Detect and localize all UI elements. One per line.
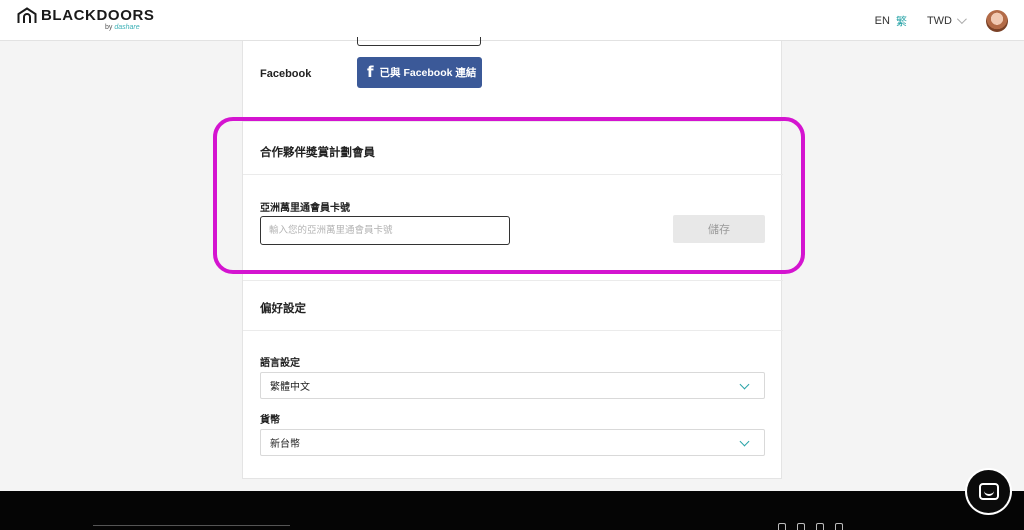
header-actions: EN 繁 TWD (875, 0, 1008, 41)
social-icon[interactable] (797, 523, 805, 530)
language-select[interactable]: 繁體中文 (260, 372, 765, 399)
social-icon[interactable] (835, 523, 843, 530)
currency-selector-label: TWD (926, 14, 952, 27)
social-icon[interactable] (816, 523, 824, 530)
divider (243, 330, 783, 331)
facebook-label: Facebook (260, 68, 312, 80)
facebook-button-label: 已與 Facebook 連結 (379, 67, 477, 79)
social-icon[interactable] (778, 523, 786, 530)
asia-miles-card-input[interactable] (260, 216, 510, 245)
language-setting-label: 語言設定 (260, 358, 300, 369)
top-navigation-bar: BLACKDOORS by dashare EN 繁 TWD (0, 0, 1024, 41)
language-select-value: 繁體中文 (270, 382, 310, 393)
facebook-connected-button[interactable]: f 已與 Facebook 連結 (357, 57, 482, 88)
currency-setting-label: 貨幣 (260, 415, 280, 426)
divider (243, 121, 783, 122)
divider (243, 174, 783, 175)
save-button[interactable]: 儲存 (673, 215, 765, 243)
blackdoors-logo[interactable]: BLACKDOORS by dashare (17, 7, 155, 33)
chevron-down-icon (739, 436, 750, 447)
user-avatar[interactable] (986, 9, 1008, 32)
chevron-down-icon (739, 379, 750, 390)
language-option-en[interactable]: EN (875, 15, 890, 27)
chevron-down-icon (956, 14, 967, 25)
currency-select[interactable]: 新台幣 (260, 429, 765, 456)
preferences-section-title: 偏好設定 (260, 303, 306, 315)
logo-tagline: by dashare (105, 24, 140, 31)
footer-divider (93, 525, 290, 526)
settings-card: Facebook f 已與 Facebook 連結 合作夥伴獎賞計劃會員 亞洲萬… (242, 37, 783, 479)
chat-icon (978, 483, 999, 500)
asia-miles-label: 亞洲萬里通會員卡號 (260, 203, 350, 214)
currency-selector[interactable]: TWD (926, 14, 967, 27)
house-icon (17, 7, 37, 23)
page-footer (0, 491, 1024, 530)
partner-section-title: 合作夥伴獎賞計劃會員 (260, 147, 375, 159)
logo-wordmark: BLACKDOORS (41, 7, 155, 24)
divider (243, 280, 783, 281)
language-option-zh[interactable]: 繁 (896, 13, 907, 29)
footer-social-icons (778, 523, 843, 530)
previous-field-edge (357, 37, 481, 46)
chat-launcher-button[interactable] (967, 470, 1010, 513)
currency-select-value: 新台幣 (270, 439, 300, 450)
facebook-icon: f (367, 63, 374, 81)
